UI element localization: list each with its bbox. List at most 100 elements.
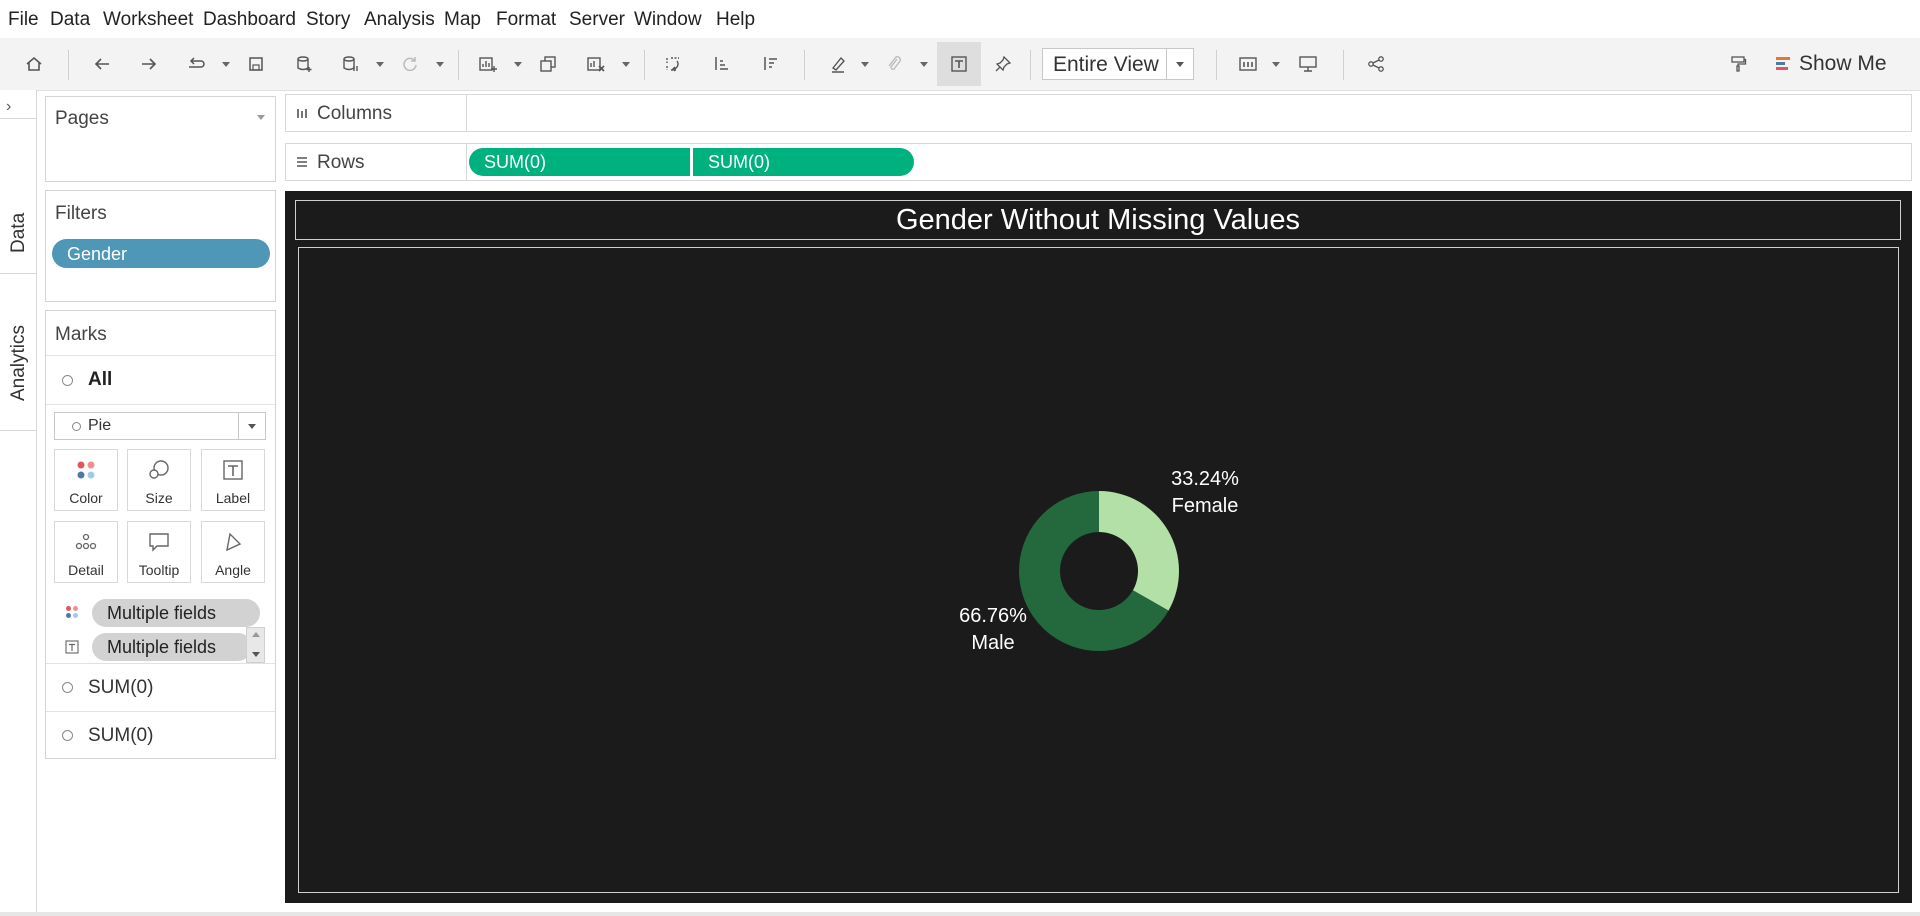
show-cards-icon[interactable]	[1232, 48, 1264, 80]
color-field-pill[interactable]: Multiple fields	[92, 599, 260, 627]
filter-pill-gender[interactable]: Gender	[52, 239, 270, 268]
menu-map[interactable]: Map	[444, 9, 481, 31]
label-field-label: Multiple fields	[107, 637, 217, 657]
donut-chart[interactable]: 33.24% Female 66.76% Male	[299, 248, 1898, 892]
menu-data[interactable]: Data	[50, 9, 90, 31]
worksheet-view[interactable]: Gender Without Missing Values 33.24% Fema…	[285, 191, 1912, 903]
sort-descending-icon[interactable]	[755, 48, 787, 80]
save-icon[interactable]	[240, 48, 272, 80]
menu-file[interactable]: File	[8, 9, 39, 31]
filters-title: Filters	[55, 203, 107, 224]
pie-slice-female[interactable]	[1099, 491, 1179, 611]
undo-icon[interactable]	[86, 48, 118, 80]
highlight-icon[interactable]	[822, 48, 854, 80]
rows-pill-sum-1[interactable]: SUM(0)	[469, 148, 690, 176]
marks-title: Marks	[55, 324, 107, 345]
swap-rows-columns-icon[interactable]	[657, 48, 689, 80]
toolbar: Entire View Show Me	[0, 38, 1920, 91]
columns-icon	[297, 109, 307, 118]
clear-sheet-icon[interactable]	[580, 48, 612, 80]
menu-server[interactable]: Server	[569, 9, 625, 31]
tooltip-button[interactable]: Tooltip	[127, 521, 191, 583]
size-label: Size	[145, 490, 173, 506]
label-field-pill[interactable]: Multiple fields	[92, 633, 252, 661]
home-icon[interactable]	[18, 48, 50, 80]
side-tab-strip: › Data Analytics	[0, 90, 37, 916]
fit-select-value: Entire View	[1053, 53, 1159, 76]
rows-pill-sum-2-label: SUM(0)	[708, 152, 770, 172]
pie-icon	[62, 375, 73, 386]
columns-shelf[interactable]: Columns	[285, 94, 1912, 132]
mark-type-select[interactable]: Pie	[54, 412, 266, 440]
presentation-mode-icon[interactable]	[1292, 48, 1324, 80]
menu-help[interactable]: Help	[716, 9, 755, 31]
marks-panel: Marks All Pie Color Size Label Detail To…	[45, 310, 276, 759]
rows-pill-sum-2[interactable]: SUM(0)	[693, 148, 914, 176]
scroll-up-icon[interactable]	[252, 632, 260, 637]
menu-worksheet[interactable]: Worksheet	[103, 9, 193, 31]
chart-title: Gender Without Missing Values	[895, 204, 1301, 236]
detail-icon	[75, 533, 97, 550]
view-title-box: Gender Without Missing Values	[295, 200, 1901, 240]
color-field-label: Multiple fields	[107, 603, 217, 623]
columns-label: Columns	[317, 103, 392, 124]
scroll-down-icon[interactable]	[252, 652, 260, 657]
show-me-button[interactable]: Show Me	[1775, 48, 1887, 80]
marks-all-label: All	[88, 369, 113, 390]
menu-window[interactable]: Window	[634, 9, 702, 31]
menu-dashboard[interactable]: Dashboard	[203, 9, 296, 31]
marks-all-card[interactable]: All	[46, 355, 275, 405]
redo-replay-icon[interactable]	[180, 48, 212, 80]
chevron-down-icon[interactable]	[257, 115, 265, 120]
menu-analysis[interactable]: Analysis	[364, 9, 435, 31]
show-me-label: Show Me	[1799, 52, 1887, 75]
label-icon	[65, 640, 79, 654]
sort-ascending-icon[interactable]	[706, 48, 738, 80]
duplicate-sheet-icon[interactable]	[532, 48, 564, 80]
color-icon	[77, 461, 95, 479]
rows-icon	[297, 157, 307, 167]
tab-analytics[interactable]: Analytics	[0, 280, 36, 431]
label-button[interactable]: Label	[201, 449, 265, 511]
marks-card-sum-2[interactable]: SUM(0)	[46, 711, 275, 758]
group-members-icon[interactable]	[878, 48, 910, 80]
menu-format[interactable]: Format	[496, 9, 556, 31]
show-mark-labels-icon[interactable]	[937, 42, 981, 86]
chevron-down-icon[interactable]	[238, 413, 265, 439]
color-icon	[66, 606, 78, 618]
tab-data[interactable]: Data	[0, 118, 36, 274]
pie-icon	[62, 682, 73, 693]
pause-updates-icon[interactable]	[334, 48, 366, 80]
menu-story[interactable]: Story	[306, 9, 350, 31]
pill-scrollbar[interactable]	[246, 627, 265, 663]
plot-area[interactable]: 33.24% Female 66.76% Male	[298, 247, 1899, 893]
columns-shelf-label: Columns	[286, 95, 467, 131]
new-worksheet-icon[interactable]	[472, 48, 504, 80]
marks-card-sum-1[interactable]: SUM(0)	[46, 663, 275, 711]
marks-card-sum-2-label: SUM(0)	[88, 725, 154, 746]
angle-icon	[226, 532, 242, 552]
tab-data-label: Data	[8, 212, 29, 253]
rows-shelf[interactable]: Rows SUM(0) SUM(0)	[285, 143, 1912, 181]
size-button[interactable]: Size	[127, 449, 191, 511]
fix-axes-icon[interactable]	[987, 48, 1019, 80]
rows-pill-sum-1-label: SUM(0)	[484, 152, 546, 172]
marks-card-sum-1-label: SUM(0)	[88, 677, 154, 698]
redo-icon[interactable]	[133, 48, 165, 80]
chevron-down-icon[interactable]	[1166, 49, 1193, 79]
share-icon[interactable]	[1360, 48, 1392, 80]
refresh-icon[interactable]	[394, 48, 426, 80]
label-label: Label	[215, 490, 251, 506]
pie-icon	[72, 422, 81, 431]
show-me-icon	[1776, 57, 1790, 70]
angle-button[interactable]: Angle	[201, 521, 265, 583]
detail-button[interactable]: Detail	[54, 521, 118, 583]
color-button[interactable]: Color	[54, 449, 118, 511]
expand-icon[interactable]: ›	[6, 98, 11, 116]
new-data-source-icon[interactable]	[288, 48, 320, 80]
color-label: Color	[69, 490, 103, 506]
fit-select[interactable]: Entire View	[1042, 48, 1194, 80]
pie-icon	[62, 730, 73, 741]
format-painter-icon[interactable]	[1722, 48, 1754, 80]
filter-pill-label: Gender	[67, 244, 128, 264]
